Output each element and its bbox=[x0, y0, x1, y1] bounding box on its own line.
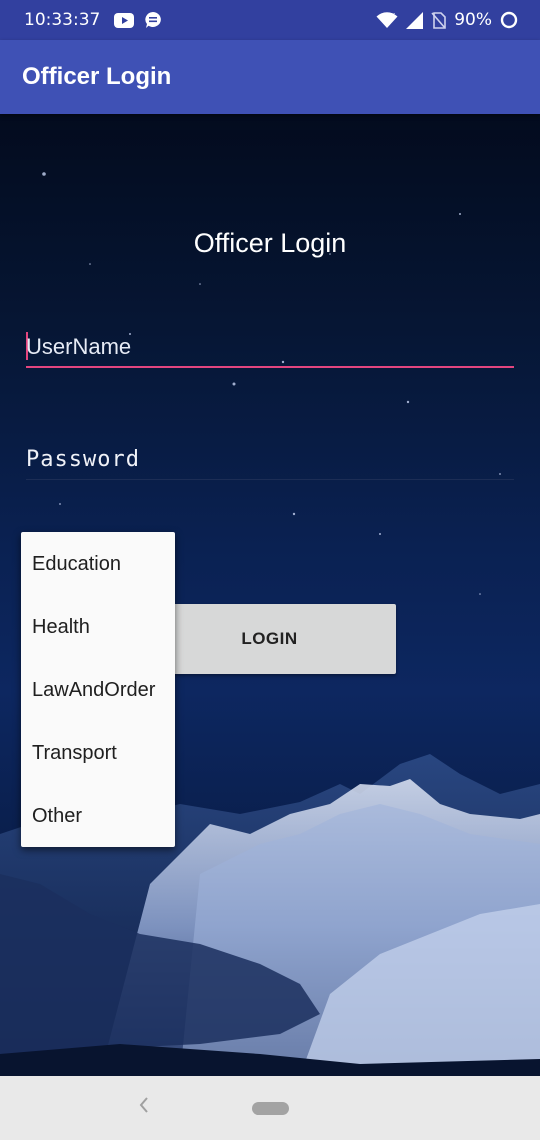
status-time: 10:33:37 bbox=[24, 10, 101, 30]
app-bar: Officer Login bbox=[0, 40, 540, 114]
home-pill-icon[interactable] bbox=[252, 1102, 289, 1115]
signal-icon bbox=[406, 11, 424, 29]
dropdown-option-education[interactable]: Education bbox=[21, 532, 175, 595]
login-button[interactable]: LOGIN bbox=[143, 604, 396, 674]
no-sim-icon bbox=[431, 11, 447, 29]
dropdown-option-law-and-order[interactable]: LawAndOrder bbox=[21, 658, 175, 721]
wifi-icon: x bbox=[376, 12, 398, 29]
svg-text:x: x bbox=[391, 12, 395, 19]
login-heading: Officer Login bbox=[193, 228, 347, 258]
dropdown-option-health[interactable]: Health bbox=[21, 595, 175, 658]
dropdown-option-transport[interactable]: Transport bbox=[21, 721, 175, 784]
back-icon[interactable] bbox=[134, 1096, 154, 1120]
battery-icon bbox=[500, 11, 518, 29]
username-input[interactable] bbox=[26, 334, 514, 368]
dropdown-option-other[interactable]: Other bbox=[21, 784, 175, 847]
message-icon bbox=[144, 11, 162, 30]
battery-percent: 90% bbox=[454, 10, 492, 30]
password-input[interactable] bbox=[26, 446, 514, 480]
department-dropdown[interactable]: Education Health LawAndOrder Transport O… bbox=[21, 532, 175, 847]
status-bar: 10:33:37 x 90% bbox=[0, 0, 540, 40]
youtube-icon bbox=[114, 12, 135, 28]
app-bar-title: Officer Login bbox=[22, 63, 172, 90]
system-nav-bar bbox=[0, 1076, 540, 1140]
